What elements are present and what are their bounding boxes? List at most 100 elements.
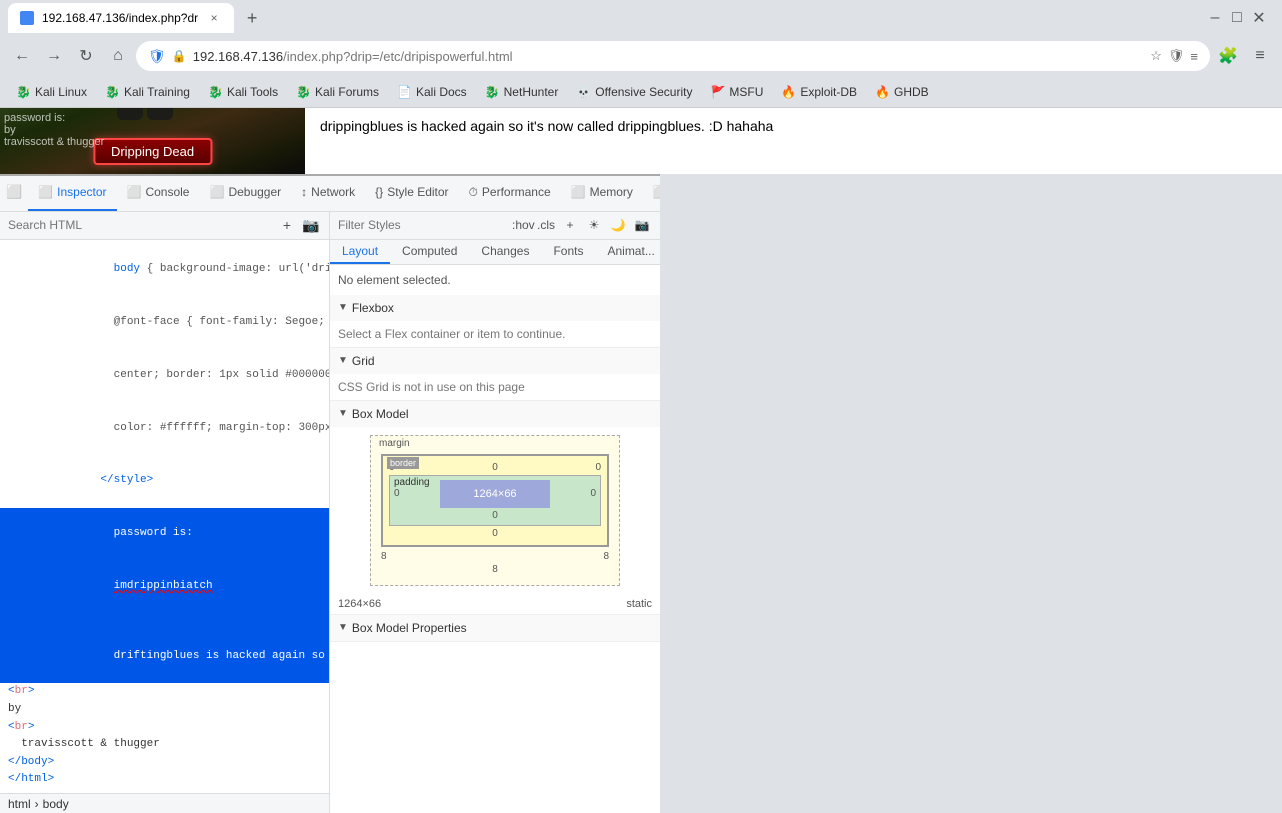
flexbox-header[interactable]: ▼ Flexbox <box>330 295 660 321</box>
devtools-tab-pick[interactable]: ⬜ <box>0 176 28 211</box>
box-model-properties-header[interactable]: ▼ Box Model Properties <box>330 615 660 641</box>
class-button[interactable]: .cls <box>536 215 556 235</box>
kali-linux-icon: 🐉 <box>16 85 31 99</box>
offensive-security-icon: 💀 <box>576 85 591 99</box>
screenshot-styles-button[interactable]: 📷 <box>632 215 652 235</box>
window-controls: – □ ✕ <box>1208 11 1274 25</box>
new-tab-button[interactable]: + <box>238 4 266 32</box>
forward-button[interactable]: → <box>40 42 68 70</box>
html-line-hacked: driftingblues is hacked again so it's no… <box>0 631 329 684</box>
filter-styles-input[interactable] <box>338 218 508 232</box>
grid-header[interactable]: ▼ Grid <box>330 348 660 374</box>
address-icons: ☆ 🛡 ≡ <box>1150 48 1198 64</box>
content-box: 1264×66 <box>440 480 550 508</box>
devtools-tab-network[interactable]: ↕ Network <box>291 176 365 211</box>
add-rule-button[interactable]: + <box>560 215 580 235</box>
devtools-tab-console[interactable]: ⬜ Console <box>117 176 200 211</box>
page-with-devtools: Dripping Dead password is: by travisscot… <box>0 108 1282 813</box>
bookmark-label: Exploit-DB <box>800 85 857 99</box>
home-button[interactable]: ⌂ <box>104 42 132 70</box>
bookmark-kali-linux[interactable]: 🐉 Kali Linux <box>8 83 95 101</box>
bookmark-label: Kali Linux <box>35 85 87 99</box>
bookmark-kali-tools[interactable]: 🐉 Kali Tools <box>200 83 286 101</box>
html-search-input[interactable] <box>8 218 273 232</box>
bookmark-label: NetHunter <box>504 85 559 99</box>
margin-bottom-val: 8 <box>492 564 498 575</box>
box-model-visual: margin 8 border 0 0 0 <box>330 427 660 594</box>
bookmark-offensive-security[interactable]: 💀 Offensive Security <box>568 83 700 101</box>
devtools-tab-debugger[interactable]: ⬜ Debugger <box>199 176 291 211</box>
html-line-br2: <br> <box>0 719 329 737</box>
devtools-panel: ⬜ ⬜ Inspector ⬜ Console ⬜ Debugger ↕ Net… <box>0 174 660 813</box>
devtools-tab-performance[interactable]: ⏱ Performance <box>459 176 561 211</box>
bookmark-kali-training[interactable]: 🐉 Kali Training <box>97 83 198 101</box>
bookmark-nethunter[interactable]: 🐉 NetHunter <box>477 83 567 101</box>
devtools-tabs: ⬜ ⬜ Inspector ⬜ Console ⬜ Debugger ↕ Net… <box>0 176 660 212</box>
computed-tab[interactable]: Computed <box>390 240 469 264</box>
storage-tab-icon: ⬜ <box>653 185 660 199</box>
styles-toolbar: :hov .cls + ☀ 🌙 📷 <box>330 212 660 240</box>
performance-tab-icon: ⏱ <box>469 185 478 200</box>
password-label-text: password is: <box>114 527 193 539</box>
dripping-dead-button[interactable]: Dripping Dead <box>93 138 212 165</box>
css-prop: body <box>114 263 140 275</box>
minimize-button[interactable]: – <box>1208 11 1222 25</box>
close-button[interactable]: ✕ <box>1252 11 1266 25</box>
authors-line: travisscott & thugger <box>21 738 160 750</box>
grid-section: ▼ Grid CSS Grid is not in use on this pa… <box>330 348 660 401</box>
bookmark-exploit-db[interactable]: 🔥 Exploit-DB <box>773 83 865 101</box>
bookmark-ghdb[interactable]: 🔥 GHDB <box>867 83 937 101</box>
devtools-tab-style-editor[interactable]: {} Style Editor <box>365 176 458 211</box>
tab-close-button[interactable]: × <box>206 10 222 26</box>
html-line-blank <box>0 613 329 631</box>
padding-bottom-val: 0 <box>492 510 498 521</box>
html-line-br1: <br> <box>0 683 329 701</box>
animations-tab[interactable]: Animat... <box>595 240 660 264</box>
maximize-button[interactable]: □ <box>1230 11 1244 25</box>
html-line-css1: body { background-image: url('drippin.jp… <box>0 244 329 297</box>
webpage-text-area: drippingblues is hacked again so it's no… <box>305 108 1282 174</box>
menu-icon[interactable]: ≡ <box>1190 49 1198 64</box>
bookmark-label: Offensive Security <box>595 85 692 99</box>
main-menu-button[interactable]: ≡ <box>1246 42 1274 70</box>
kali-docs-icon: 📄 <box>397 85 412 99</box>
devtools-tab-storage[interactable]: ⬜ Storage <box>643 176 660 211</box>
kali-forums-icon: 🐉 <box>296 85 311 99</box>
box-size-info: 1264×66 static <box>330 594 660 614</box>
console-tab-label: Console <box>145 185 189 199</box>
breadcrumb-html[interactable]: html <box>8 797 31 811</box>
bmp-title: Box Model Properties <box>352 621 467 635</box>
html-line-html-close: </html> <box>0 771 329 789</box>
flexbox-message: Select a Flex container or item to conti… <box>338 327 565 341</box>
reload-button[interactable]: ↻ <box>72 42 100 70</box>
html-search-bar: + 📷 <box>0 212 329 240</box>
changes-tab[interactable]: Changes <box>469 240 541 264</box>
screenshot-button[interactable]: 📷 <box>301 215 321 235</box>
password-value-text: imdrippinbiatch <box>114 580 213 592</box>
box-model-header[interactable]: ▼ Box Model <box>330 401 660 427</box>
box-model-arrow-icon: ▼ <box>338 408 348 419</box>
back-button[interactable]: ← <box>8 42 36 70</box>
breadcrumb-body[interactable]: body <box>43 797 69 811</box>
bookmark-star-icon[interactable]: ☆ <box>1150 48 1162 64</box>
devtools-tab-memory[interactable]: ⬜ Memory <box>561 176 643 211</box>
hover-button[interactable]: :hov <box>512 215 532 235</box>
bookmark-kali-docs[interactable]: 📄 Kali Docs <box>389 83 475 101</box>
memory-tab-label: Memory <box>590 185 633 199</box>
grid-content: CSS Grid is not in use on this page <box>330 374 660 400</box>
extensions-button[interactable]: 🧩 <box>1214 42 1242 70</box>
bookmark-kali-forums[interactable]: 🐉 Kali Forums <box>288 83 387 101</box>
light-mode-button[interactable]: ☀ <box>584 215 604 235</box>
breadcrumb-separator: › <box>35 797 39 811</box>
bookmark-msfu[interactable]: 🚩 MSFU <box>702 83 771 101</box>
address-bar[interactable]: 🛡 🔒 192.168.47.136/index.php?drip=/etc/d… <box>136 41 1210 71</box>
layout-tab[interactable]: Layout <box>330 240 390 264</box>
grid-title: Grid <box>352 354 375 368</box>
devtools-tab-inspector[interactable]: ⬜ Inspector <box>28 176 116 211</box>
add-node-button[interactable]: + <box>277 215 297 235</box>
bookmarks-bar: 🐉 Kali Linux 🐉 Kali Training 🐉 Kali Tool… <box>0 76 1282 108</box>
fonts-tab[interactable]: Fonts <box>541 240 595 264</box>
browser-window: 192.168.47.136/index.php?dr × + – □ ✕ ← … <box>0 0 1282 813</box>
browser-tab[interactable]: 192.168.47.136/index.php?dr × <box>8 3 234 33</box>
dark-mode-button[interactable]: 🌙 <box>608 215 628 235</box>
